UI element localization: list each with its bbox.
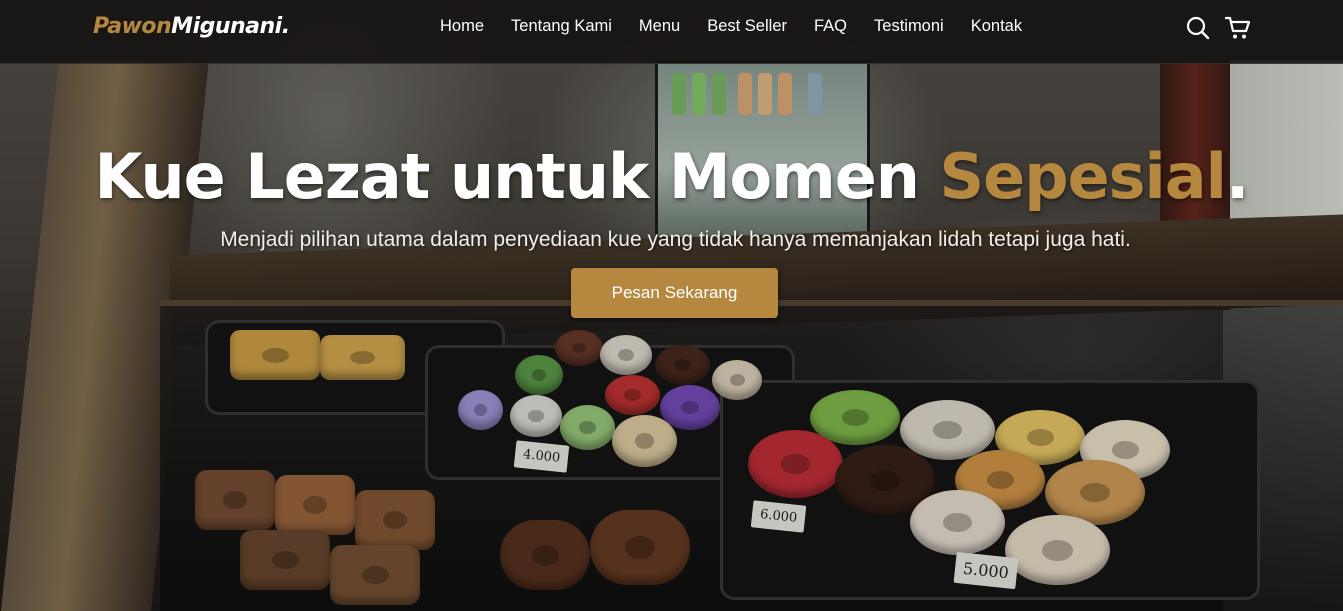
- brand-part-1: Pawon: [93, 14, 172, 39]
- nav-links: Home Tentang Kami Menu Best Seller FAQ T…: [440, 17, 1049, 36]
- nav-link-faq[interactable]: FAQ: [814, 17, 847, 36]
- hero-title-main: Kue Lezat untuk Momen: [94, 140, 940, 213]
- hero-title-accent: Sepesial: [939, 140, 1227, 213]
- cart-icon[interactable]: [1224, 15, 1251, 41]
- nav-link-testimoni[interactable]: Testimoni: [874, 17, 944, 36]
- hero-title: Kue Lezat untuk Momen Sepesial.: [0, 140, 1343, 213]
- brand-logo[interactable]: PawonMigunani.: [93, 14, 290, 39]
- nav-link-kontak[interactable]: Kontak: [971, 17, 1022, 36]
- nav-link-best-seller[interactable]: Best Seller: [707, 17, 787, 36]
- search-icon[interactable]: [1185, 15, 1211, 41]
- hero-subtitle: Menjadi pilihan utama dalam penyediaan k…: [220, 228, 1131, 251]
- nav-link-home[interactable]: Home: [440, 17, 484, 36]
- nav-link-tentang-kami[interactable]: Tentang Kami: [511, 17, 612, 36]
- nav-link-menu[interactable]: Menu: [639, 17, 680, 36]
- brand-part-2: Migunani.: [171, 14, 290, 39]
- order-now-button[interactable]: Pesan Sekarang: [571, 268, 778, 318]
- hero-title-end: .: [1225, 140, 1250, 213]
- navbar: PawonMigunani. Home Tentang Kami Menu Be…: [0, 0, 1343, 64]
